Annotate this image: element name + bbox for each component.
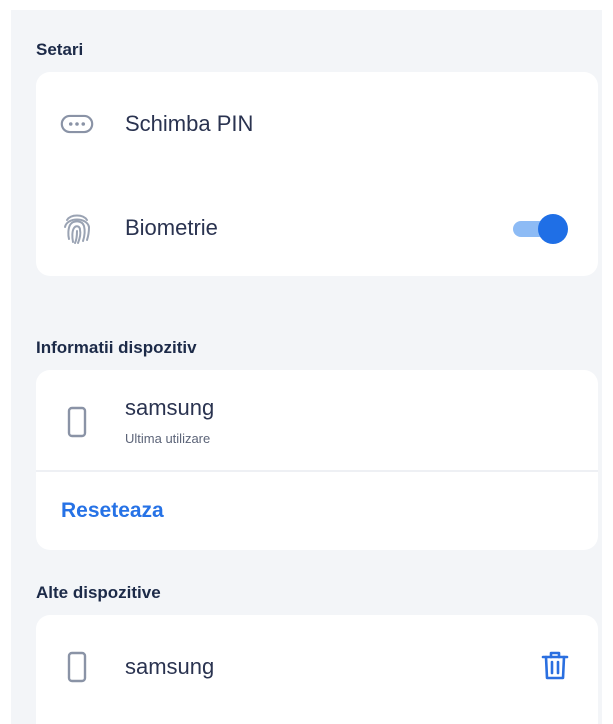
current-device-row: samsung Ultima utilizare (36, 370, 598, 470)
current-device-name: samsung (125, 395, 215, 420)
last-used-label: Ultima utilizare (125, 431, 211, 446)
other-devices-card: samsung (36, 615, 598, 724)
device-info-section-title: Informatii dispozitiv (36, 338, 197, 357)
phone-icon (60, 405, 94, 439)
settings-section-title: Setari (36, 40, 84, 59)
fingerprint-icon (60, 211, 94, 245)
change-pin-row[interactable]: Schimba PIN (36, 72, 598, 176)
other-device-name: samsung (125, 654, 215, 679)
trash-icon[interactable] (540, 650, 570, 682)
settings-card: Schimba PIN Biometrie (36, 72, 598, 276)
other-devices-section-title: Alte dispozitive (36, 583, 161, 602)
biometrics-label: Biometrie (125, 215, 218, 240)
settings-screen: Setari Schimba PIN Biometrie Informatii … (0, 0, 613, 724)
reset-button[interactable]: Reseteaza (61, 499, 164, 523)
device-info-divider (36, 470, 598, 472)
biometrics-row: Biometrie (36, 176, 598, 276)
other-device-row: samsung (36, 615, 598, 719)
phone-icon (60, 650, 94, 684)
device-info-card: samsung Ultima utilizare Reseteaza (36, 370, 598, 550)
toggle-knob (538, 214, 568, 244)
biometrics-toggle[interactable] (513, 214, 569, 244)
change-pin-label: Schimba PIN (125, 111, 254, 136)
pin-dots-icon (60, 107, 94, 141)
